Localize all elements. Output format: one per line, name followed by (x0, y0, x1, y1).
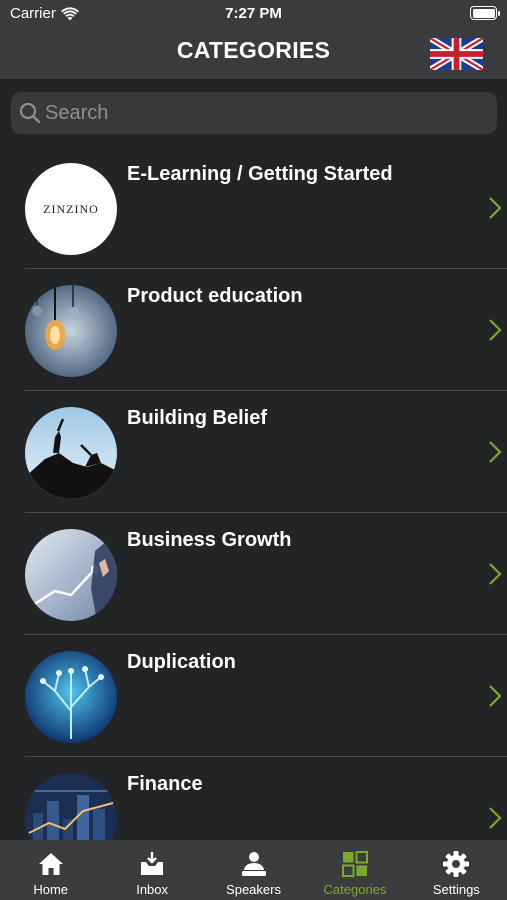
category-label: E-Learning / Getting Started (127, 163, 393, 185)
category-thumbnail (25, 285, 117, 377)
tab-home[interactable]: Home (0, 840, 101, 900)
category-label: Duplication (127, 651, 236, 673)
chevron-right-icon (489, 563, 502, 585)
search-bar[interactable] (11, 92, 497, 134)
zinzino-logo: ZINZINO (43, 201, 99, 216)
category-label: Finance (127, 773, 203, 795)
tab-label: Settings (432, 882, 480, 897)
category-row-finance[interactable]: Finance (0, 757, 507, 840)
tab-categories[interactable]: Categories (304, 840, 405, 900)
tab-label: Inbox (136, 882, 169, 897)
top-bar: Carrier 7:27 PM CATEGORIES (0, 0, 507, 79)
category-thumbnail (25, 651, 117, 743)
tab-speakers[interactable]: Speakers (203, 840, 304, 900)
category-thumbnail (25, 407, 117, 499)
status-bar: Carrier 7:27 PM (0, 0, 507, 28)
category-row-duplication[interactable]: Duplication (0, 635, 507, 757)
gear-icon (443, 851, 470, 877)
category-row-product-education[interactable]: Product education (0, 269, 507, 391)
search-icon (19, 102, 41, 124)
speakers-icon (241, 852, 266, 876)
search-input[interactable] (45, 101, 485, 125)
inbox-icon (141, 852, 164, 875)
category-thumbnail (25, 529, 117, 621)
chevron-right-icon (489, 197, 502, 219)
tab-bar: Home Inbox Speakers Categories Settings (0, 840, 507, 900)
tab-label: Home (33, 882, 69, 897)
category-list: ZINZINO E-Learning / Getting Started Pro… (0, 147, 507, 840)
category-row-building-belief[interactable]: Building Belief (0, 391, 507, 513)
category-row-business-growth[interactable]: Business Growth (0, 513, 507, 635)
chevron-right-icon (489, 319, 502, 341)
tab-label: Categories (323, 882, 387, 897)
category-thumbnail: ZINZINO (25, 163, 117, 255)
tab-settings[interactable]: Settings (406, 840, 507, 900)
uk-flag-icon[interactable] (430, 38, 483, 70)
category-label: Product education (127, 285, 303, 307)
chevron-right-icon (489, 685, 502, 707)
category-row-e-learning[interactable]: ZINZINO E-Learning / Getting Started (0, 147, 507, 269)
category-thumbnail (25, 773, 117, 840)
chevron-right-icon (489, 441, 502, 463)
tab-inbox[interactable]: Inbox (101, 840, 202, 900)
battery-icon (470, 6, 500, 20)
home-icon (38, 853, 63, 875)
categories-icon (341, 851, 368, 877)
status-time: 7:27 PM (225, 5, 282, 22)
category-label: Building Belief (127, 407, 267, 429)
category-label: Business Growth (127, 529, 292, 551)
tab-label: Speakers (226, 882, 281, 897)
chevron-right-icon (489, 807, 502, 829)
